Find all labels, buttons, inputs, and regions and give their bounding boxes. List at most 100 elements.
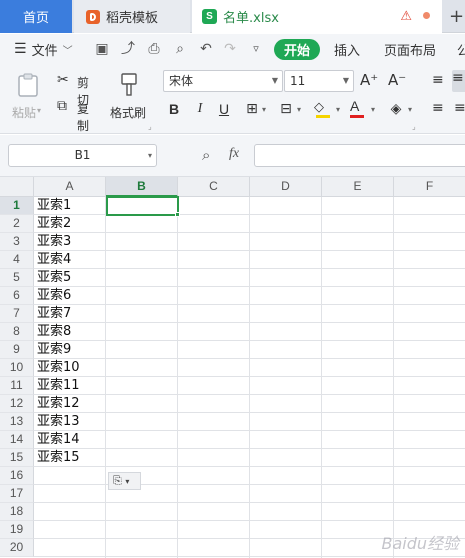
fx-icon[interactable]: fx [229, 146, 239, 162]
tab-daoke[interactable]: 稻壳模板 [74, 0, 190, 33]
italic-button[interactable]: I [190, 98, 210, 120]
row-header-4[interactable]: 4 [0, 251, 34, 269]
align-middle-icon[interactable]: ≡ [452, 70, 465, 92]
fill-handle[interactable] [175, 212, 180, 217]
cell-area[interactable] [34, 197, 465, 558]
name-box[interactable]: B1 ▾ [8, 144, 157, 167]
decrease-font-icon[interactable]: A⁻ [388, 71, 406, 89]
row-header-7[interactable]: 7 [0, 305, 34, 323]
tab-file[interactable]: S 名单.xlsx ⚠ [192, 0, 442, 33]
row-header-2[interactable]: 2 [0, 215, 34, 233]
formula-input[interactable] [254, 144, 465, 167]
cell-a10[interactable]: 亚索10 [37, 359, 80, 377]
tab-daoke-label: 稻壳模板 [106, 11, 159, 26]
increase-font-icon[interactable]: A⁺ [360, 71, 378, 89]
font-color-button[interactable]: A [350, 98, 370, 120]
cell-a14[interactable]: 亚索14 [37, 431, 80, 449]
export-icon[interactable]: ⤴ [120, 41, 136, 57]
clipboard-expand-icon[interactable]: ⌟ [148, 122, 152, 131]
cell-a1[interactable]: 亚索1 [37, 197, 71, 215]
cell-a13[interactable]: 亚索13 [37, 413, 80, 431]
row-header-20[interactable]: 20 [0, 539, 34, 557]
row-header-18[interactable]: 18 [0, 503, 34, 521]
save-icon[interactable]: ▣ [94, 41, 110, 57]
column-header-d[interactable]: D [250, 177, 322, 197]
tab-start[interactable]: 开始 [274, 39, 321, 60]
row-header-13[interactable]: 13 [0, 413, 34, 431]
scissors-icon: ✂ [57, 72, 69, 88]
cell-a2[interactable]: 亚索2 [37, 215, 71, 233]
select-all-corner[interactable] [0, 177, 34, 197]
underline-button[interactable]: U [214, 98, 234, 120]
file-menu-label: 文件 [31, 43, 58, 59]
row-header-12[interactable]: 12 [0, 395, 34, 413]
row-header-17[interactable]: 17 [0, 485, 34, 503]
cell-a11[interactable]: 亚索11 [37, 377, 80, 395]
more-dropdown-icon[interactable]: ▿ [248, 41, 264, 57]
warning-icon[interactable]: ⚠ [400, 9, 412, 24]
cell-a7[interactable]: 亚索7 [37, 305, 71, 323]
bold-button[interactable]: B [164, 98, 184, 120]
row-header-10[interactable]: 10 [0, 359, 34, 377]
tab-formula[interactable]: 公 [457, 34, 465, 64]
font-expand-icon[interactable]: ⌟ [412, 122, 416, 131]
cell-a3[interactable]: 亚索3 [37, 233, 71, 251]
cut-button[interactable]: ✂ 剪切 [57, 72, 89, 107]
redo-icon[interactable]: ↷ [222, 41, 238, 57]
new-tab-button[interactable]: + [448, 0, 465, 33]
font-size-select[interactable]: 11 ▼ [284, 70, 354, 92]
merge-cells-icon[interactable]: ⊟ [276, 98, 296, 120]
align-left-icon[interactable]: ≡ [432, 100, 444, 116]
column-header-c[interactable]: C [178, 177, 250, 197]
eraser-icon[interactable]: ◈ [386, 98, 406, 120]
active-cell-b1[interactable] [106, 196, 179, 216]
tab-home[interactable]: 首页 [0, 0, 72, 33]
chevron-down-icon[interactable]: ▾ [297, 105, 301, 114]
chevron-down-icon[interactable]: ▾ [262, 105, 266, 114]
column-header-b[interactable]: B [106, 177, 178, 197]
copy-button[interactable]: ⧉ 复制 [57, 98, 89, 133]
tab-insert[interactable]: 插入 [334, 34, 360, 64]
cell-a9[interactable]: 亚索9 [37, 341, 71, 359]
row-header-1[interactable]: 1 [0, 197, 34, 215]
align-center-icon[interactable]: ≡ [454, 100, 465, 116]
row-header-11[interactable]: 11 [0, 377, 34, 395]
tab-page-layout[interactable]: 页面布局 [384, 34, 436, 64]
row-header-19[interactable]: 19 [0, 521, 34, 539]
chevron-down-icon[interactable]: ▾ [371, 105, 375, 114]
chevron-down-icon: ﹀ [62, 45, 73, 57]
font-name-select[interactable]: 宋体 ▼ [163, 70, 283, 92]
file-menu[interactable]: ☰ 文件 ﹀ [14, 34, 73, 64]
row-header-15[interactable]: 15 [0, 449, 34, 467]
align-top-icon[interactable]: ≡ [432, 72, 444, 88]
row-header-9[interactable]: 9 [0, 341, 34, 359]
format-painter-button[interactable]: 格式刷 [110, 70, 150, 126]
row-header-3[interactable]: 3 [0, 233, 34, 251]
paste-options-button[interactable]: ⎘ ▾ [108, 472, 141, 490]
spreadsheet-grid[interactable]: ABCDEF 1 2 3 4 5 6 7 8 9 10 11 12 13 14 15 16 17 18 19 20 亚… [0, 177, 465, 558]
row-header-5[interactable]: 5 [0, 269, 34, 287]
cell-a5[interactable]: 亚索5 [37, 269, 71, 287]
cell-a12[interactable]: 亚索12 [37, 395, 80, 413]
row-header-8[interactable]: 8 [0, 323, 34, 341]
chevron-down-icon[interactable]: ▾ [336, 105, 340, 114]
column-header-e[interactable]: E [322, 177, 394, 197]
tab-formula-label: 公 [457, 43, 465, 59]
cell-a8[interactable]: 亚索8 [37, 323, 71, 341]
cell-a6[interactable]: 亚索6 [37, 287, 71, 305]
border-icon[interactable]: ⊞ [242, 98, 262, 120]
paste-button[interactable]: 粘贴 ▾ [10, 70, 46, 126]
row-header-14[interactable]: 14 [0, 431, 34, 449]
row-header-6[interactable]: 6 [0, 287, 34, 305]
column-header-a[interactable]: A [34, 177, 106, 197]
chevron-down-icon[interactable]: ▾ [408, 105, 412, 114]
zoom-search-icon[interactable]: ⌕ [202, 146, 210, 164]
cell-a4[interactable]: 亚索4 [37, 251, 71, 269]
fill-color-button[interactable]: ◇ [314, 100, 334, 120]
print-icon[interactable]: ⎙ [146, 41, 162, 57]
print-preview-icon[interactable]: ⌕ [172, 41, 188, 57]
undo-icon[interactable]: ↶ [198, 41, 214, 57]
cell-a15[interactable]: 亚索15 [37, 449, 80, 467]
column-header-f[interactable]: F [394, 177, 465, 197]
row-header-16[interactable]: 16 [0, 467, 34, 485]
